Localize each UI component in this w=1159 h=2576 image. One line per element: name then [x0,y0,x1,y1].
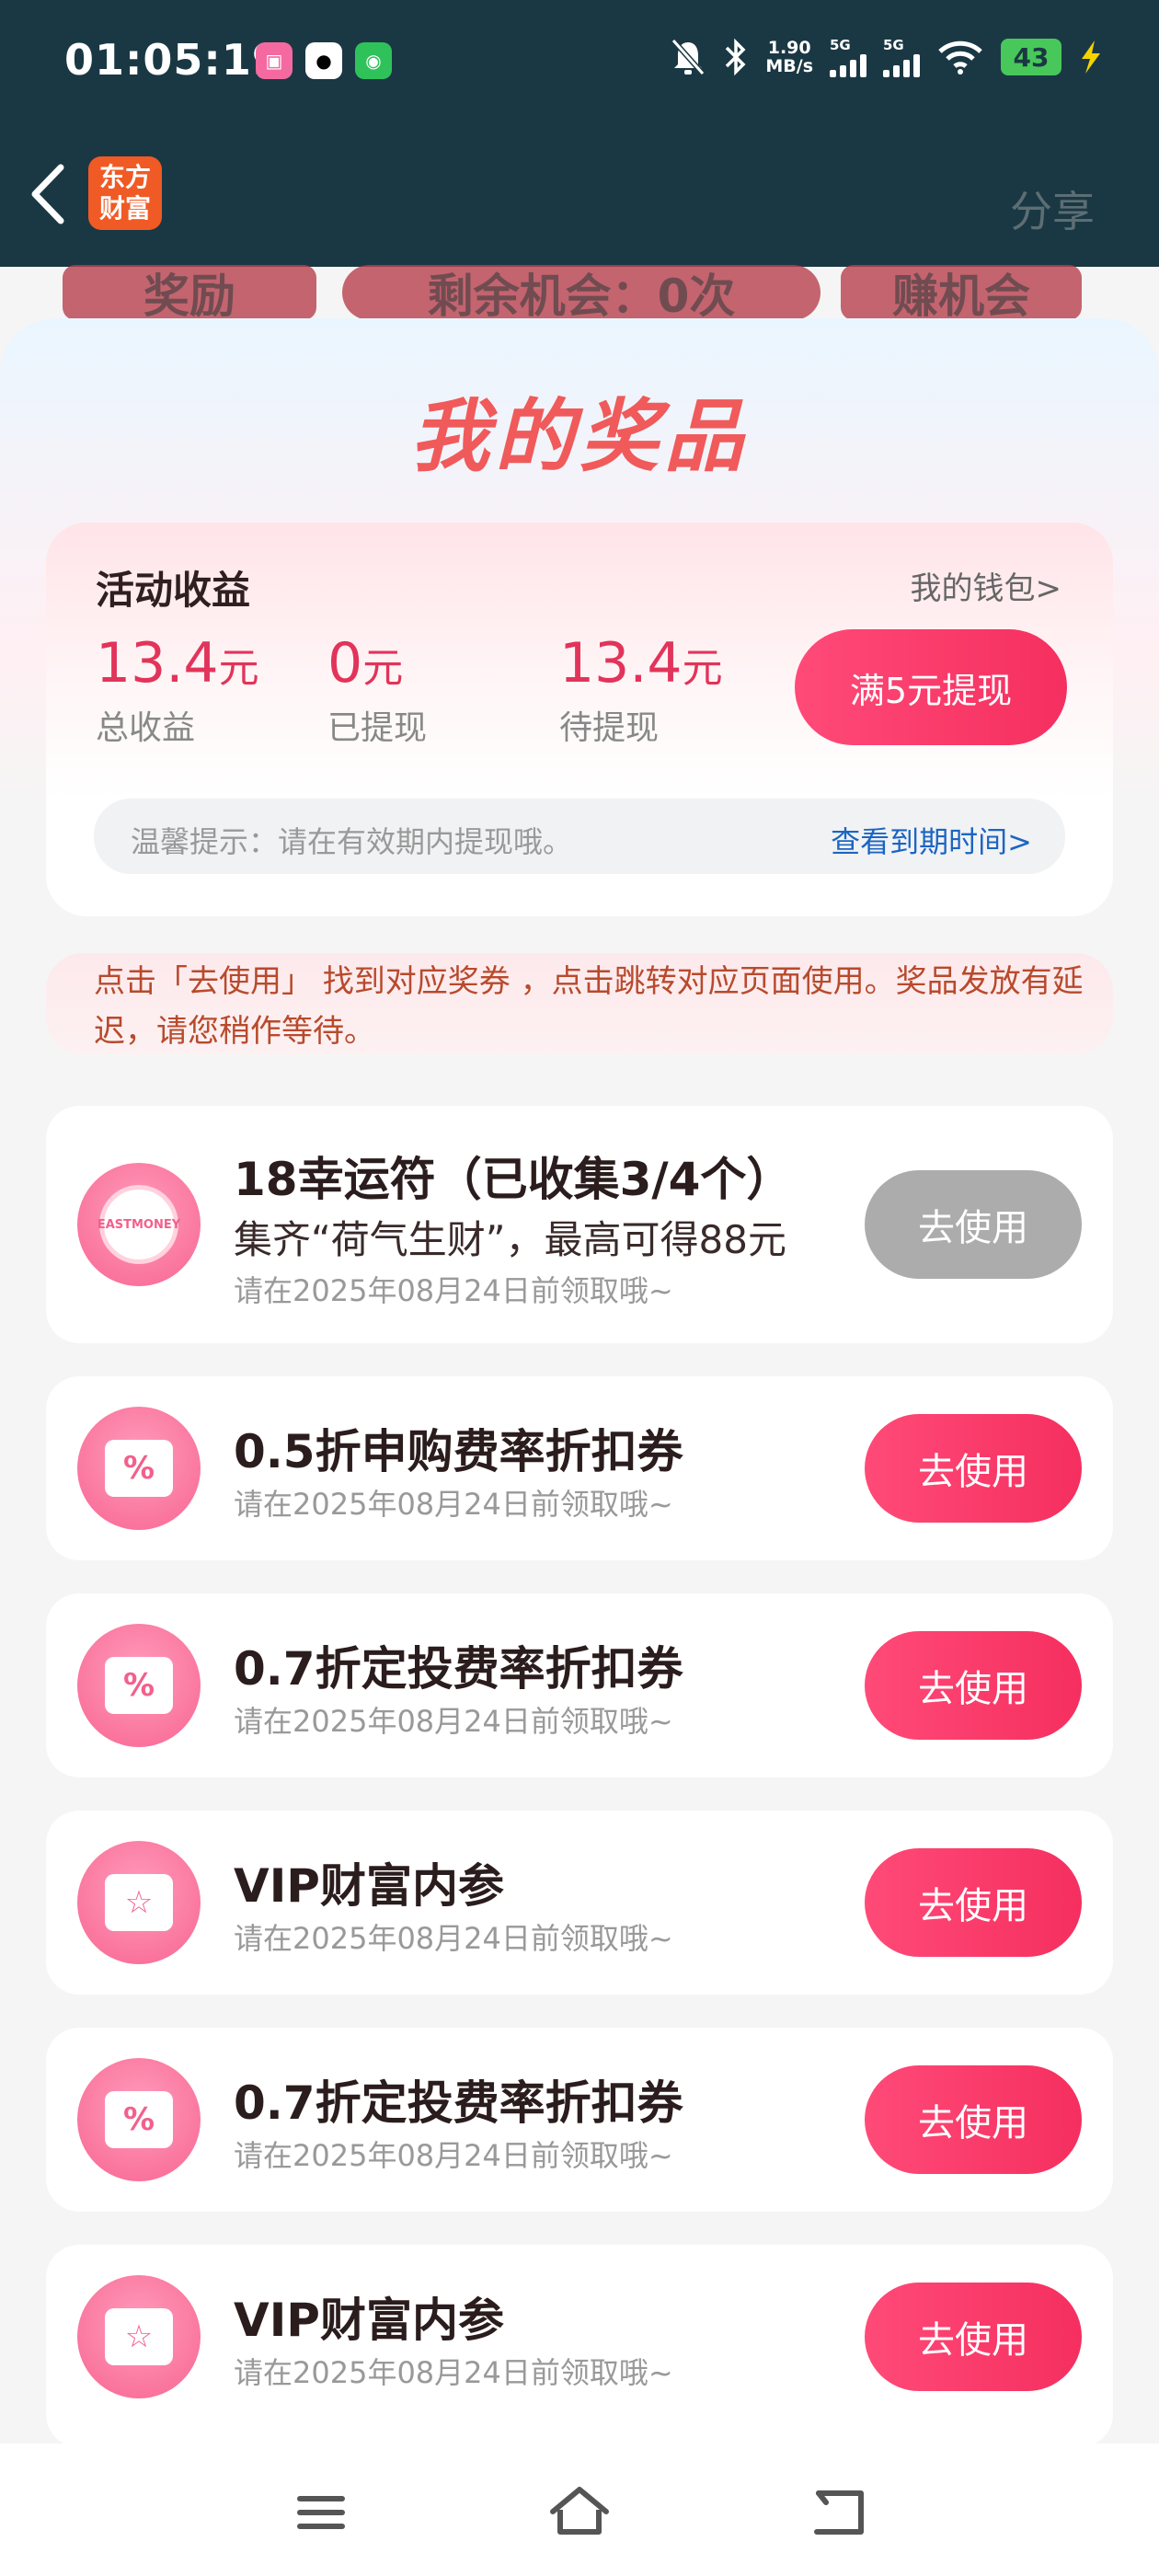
prize-icon-bg: % [77,2058,201,2181]
use-button[interactable]: 去使用 [865,1414,1082,1523]
stat-withdrawn-value: 0 [327,631,363,696]
back-arrow-icon[interactable] [26,162,70,226]
signal-2: 5G [883,37,920,77]
income-title: 活动收益 [96,568,251,613]
status-bar: 01:05:19 ▣ ● ◉ 1.90 MB/s 5G 5G 43 [0,0,1159,129]
charging-bolt-icon [1082,40,1100,74]
qq-icon: ● [305,42,342,79]
usage-notice: 点击「去使用」 找到对应奖券 ，点击跳转对应页面使用。奖品发放有延迟，请您稍作等… [46,953,1113,1054]
stat-pending-value: 13.4 [559,631,683,696]
discount-coupon-icon: % [105,2091,173,2148]
prize-card: % 0.7折定投费率折扣券 请在2025年08月24日前领取哦~ 去使用 [46,1593,1113,1777]
prize-icon-bg: % [77,1407,201,1530]
wifi-icon [938,40,982,75]
prize-icon-bg: ☆ [77,1841,201,1964]
signal-1-label: 5G [830,37,851,53]
peek-chances: 剩余机会：0次 [342,265,820,323]
discount-coupon-icon: % [105,1657,173,1714]
net-speed: 1.90 MB/s [765,39,813,75]
prize-card: % 0.7折定投费率折扣券 请在2025年08月24日前领取哦~ 去使用 [46,2028,1113,2212]
prize-title: VIP财富内参 [234,2294,504,2347]
status-time: 01:05:19 [64,35,282,85]
sheet-title: 我的奖品 [410,391,749,483]
tip-text: 温馨提示：请在有效期内提现哦。 [131,824,573,859]
expiry-link[interactable]: 查看到期时间> [831,819,1032,861]
signal-1-bars-icon [830,53,866,77]
notice-text: 点击「去使用」 找到对应奖券 ，点击跳转对应页面使用。奖品发放有延迟，请您稍作等… [94,963,1084,1050]
prize-title: VIP财富内参 [234,1859,504,1913]
prize-card: ☆ VIP财富内参 请在2025年08月24日前领取哦~ 去使用 [46,1811,1113,1995]
prize-title: 0.7折定投费率折扣券 [234,1642,683,1696]
logo-line-2: 财富 [98,193,151,224]
use-button[interactable]: 去使用 [865,2065,1082,2174]
prize-date: 请在2025年08月24日前领取哦~ [234,1487,673,1522]
wallet-link[interactable]: 我的钱包> [911,563,1062,608]
stat-withdrawn-label: 已提现 [327,709,428,747]
battery-indicator: 43 [1001,39,1061,75]
vip-star-coupon-icon: ☆ [105,1874,173,1931]
wechat-icon: ◉ [355,42,392,79]
stat-pending-label: 待提现 [559,709,660,747]
prize-date: 请在2025年08月24日前领取哦~ [234,2355,673,2390]
prize-date: 请在2025年08月24日前领取哦~ [234,1273,673,1308]
use-button[interactable]: 去使用 [865,1170,1082,1279]
prizes-sheet: 我的奖品 活动收益 我的钱包> 13.4元 总收益 0元 已提现 13.4元 待… [0,318,1159,2490]
prize-date: 请在2025年08月24日前领取哦~ [234,2138,673,2173]
share-button[interactable]: 分享 [1010,178,1095,239]
use-button[interactable]: 去使用 [865,1631,1082,1740]
stat-total-value: 13.4 [96,631,219,696]
prize-title: 18幸运符（已收集3/4个） [234,1153,793,1206]
stat-total: 13.4元 总收益 [96,631,259,749]
home-icon[interactable] [547,2480,612,2545]
prize-date: 请在2025年08月24日前领取哦~ [234,1704,673,1739]
prize-icon-bg: EASTMONEY [77,1163,201,1286]
peek-reward: 奖励 [63,265,316,323]
vip-star-coupon-icon: ☆ [105,2308,173,2365]
mute-bell-icon [671,39,706,75]
peek-earn: 赚机会 [841,265,1082,323]
signal-1: 5G [830,37,866,77]
discount-coupon-icon: % [105,1440,173,1497]
stat-total-label: 总收益 [96,709,196,747]
prize-subtitle: 集齐“荷气生财”，最高可得88元 [234,1217,786,1262]
prize-title: 0.5折申购费率折扣券 [234,1425,683,1478]
lucky-charm-coin-icon: EASTMONEY [98,1185,180,1264]
menu-icon[interactable] [289,2480,353,2545]
notification-icons: ▣ ● ◉ [256,42,392,79]
use-button[interactable]: 去使用 [865,1848,1082,1957]
prize-icon-bg: % [77,1624,201,1747]
stat-pending: 13.4元 待提现 [559,631,723,749]
income-card: 活动收益 我的钱包> 13.4元 总收益 0元 已提现 13.4元 待提现 满5… [46,523,1113,916]
top-bar: 01:05:19 ▣ ● ◉ 1.90 MB/s 5G 5G 43 东方 财富 … [0,0,1159,323]
prize-title: 0.7折定投费率折扣券 [234,2076,683,2130]
signal-2-label: 5G [883,37,904,53]
withdraw-button[interactable]: 满5元提现 [795,629,1067,745]
stat-pending-unit: 元 [682,645,723,692]
use-button[interactable]: 去使用 [865,2283,1082,2391]
logo-line-1: 东方 [98,162,151,192]
stat-total-unit: 元 [218,645,259,692]
stat-withdrawn: 0元 已提现 [327,631,427,749]
system-icons: 1.90 MB/s 5G 5G 43 [670,37,1104,77]
bluetooth-icon [726,38,746,76]
prize-icon-bg: ☆ [77,2275,201,2398]
prize-date: 请在2025年08月24日前领取哦~ [234,1921,673,1956]
stat-withdrawn-unit: 元 [362,645,404,692]
prize-card: ☆ VIP财富内参 请在2025年08月24日前领取哦~ 去使用 [46,2245,1113,2447]
return-icon[interactable] [806,2480,870,2545]
tip-bar: 温馨提示：请在有效期内提现哦。 查看到期时间> [94,799,1065,874]
net-speed-unit: MB/s [765,56,813,76]
net-speed-value: 1.90 [767,38,811,58]
system-nav-bar [0,2444,1159,2576]
signal-2-bars-icon [883,53,920,77]
prize-card: EASTMONEY 18幸运符（已收集3/4个） 集齐“荷气生财”，最高可得88… [46,1106,1113,1343]
app-logo: 东方 财富 [88,156,162,230]
bilibili-icon: ▣ [256,42,293,79]
prize-card: % 0.5折申购费率折扣券 请在2025年08月24日前领取哦~ 去使用 [46,1376,1113,1560]
